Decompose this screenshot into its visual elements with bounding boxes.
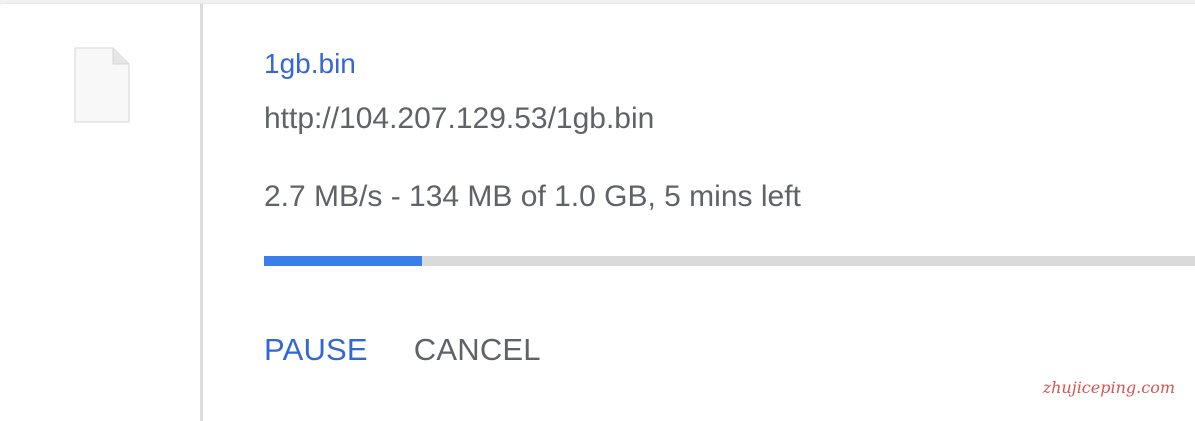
download-actions: PAUSE CANCEL bbox=[264, 332, 541, 368]
file-icon bbox=[74, 47, 130, 123]
download-item-card: 1gb.bin http://104.207.129.53/1gb.bin 2.… bbox=[0, 4, 1195, 421]
vertical-divider bbox=[200, 4, 203, 421]
cancel-button[interactable]: CANCEL bbox=[414, 332, 541, 368]
watermark-text: zhujiceping.com bbox=[1042, 378, 1175, 397]
file-url[interactable]: http://104.207.129.53/1gb.bin bbox=[264, 102, 654, 136]
pause-button[interactable]: PAUSE bbox=[264, 332, 368, 368]
download-status: 2.7 MB/s - 134 MB of 1.0 GB, 5 mins left bbox=[264, 180, 801, 213]
progress-bar-fill bbox=[264, 256, 423, 266]
file-name-link[interactable]: 1gb.bin bbox=[264, 48, 356, 80]
progress-bar bbox=[264, 256, 1195, 266]
